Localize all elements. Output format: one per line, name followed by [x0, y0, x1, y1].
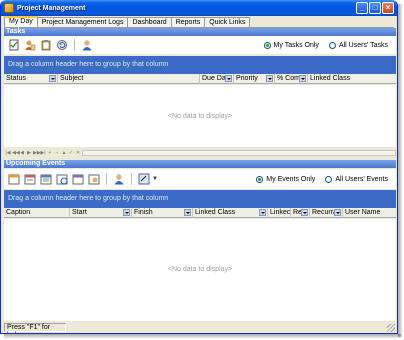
- cancel-record-button[interactable]: ✕: [75, 150, 81, 156]
- prev-page-button[interactable]: ◀◀: [12, 150, 20, 156]
- tasks-column-header: Status Subject Due Dat Priority % Com Li…: [4, 74, 396, 84]
- reminder-filter-dropdown[interactable]: [301, 209, 308, 216]
- my-tasks-only-option[interactable]: My Tasks Only: [263, 41, 319, 49]
- column-user-name[interactable]: User Name: [343, 208, 396, 218]
- user-icon[interactable]: [81, 39, 93, 51]
- tab-reports[interactable]: Reports: [170, 17, 206, 27]
- app-icon: [4, 3, 14, 13]
- event-options-icon[interactable]: [138, 173, 150, 185]
- tab-project-management-logs[interactable]: Project Management Logs: [36, 17, 129, 27]
- column-subject[interactable]: Subject: [58, 74, 200, 84]
- column-reminder[interactable]: Re: [291, 208, 310, 218]
- title-bar[interactable]: Project Management _ □ ×: [1, 0, 397, 16]
- tasks-record-navigator: |◀ ◀◀ ◀ ▶ ▶▶ ▶| + − ▲ ✓ ✕: [4, 149, 396, 157]
- calendar-month-icon[interactable]: [40, 173, 52, 185]
- column-linked-class[interactable]: Linked Class: [193, 208, 268, 218]
- all-users-events-option[interactable]: All Users' Events: [325, 175, 388, 183]
- tasks-group-by-area[interactable]: Drag a column header here to group by th…: [4, 56, 396, 74]
- my-events-only-radio[interactable]: [256, 175, 264, 183]
- calendar-time-icon[interactable]: [56, 173, 68, 185]
- my-events-only-label: My Events Only: [266, 175, 316, 183]
- all-users-tasks-radio[interactable]: [328, 41, 336, 49]
- calendar-week-icon[interactable]: [24, 173, 36, 185]
- chevron-down-icon[interactable]: ▼: [152, 176, 158, 182]
- resize-grip[interactable]: [387, 324, 395, 332]
- tab-my-day[interactable]: My Day: [4, 16, 38, 27]
- priority-filter-dropdown[interactable]: [266, 75, 273, 82]
- column-start[interactable]: Start: [70, 208, 132, 218]
- event-user-icon[interactable]: [113, 173, 125, 185]
- close-button[interactable]: ×: [382, 2, 394, 14]
- toolbar-separator: [131, 173, 132, 185]
- last-record-button[interactable]: ▶|: [40, 150, 46, 156]
- tab-dashboard[interactable]: Dashboard: [127, 17, 172, 27]
- post-record-button[interactable]: ✓: [68, 150, 74, 156]
- column-priority[interactable]: Priority: [234, 74, 275, 84]
- column-linked[interactable]: Linkec: [268, 208, 291, 218]
- next-record-button[interactable]: ▶: [26, 150, 32, 156]
- status-help-text: Press "F1" for help.: [4, 322, 66, 333]
- events-group-by-area[interactable]: Drag a column header here to group by th…: [4, 190, 396, 208]
- events-grid[interactable]: <No data to display>: [4, 219, 396, 321]
- column-percent-complete[interactable]: % Com: [275, 74, 308, 84]
- tasks-toolbar: My Tasks Only All Users' Tasks: [4, 36, 396, 54]
- status-bar: Press "F1" for help.: [4, 322, 396, 333]
- column-status[interactable]: Status: [4, 74, 58, 84]
- calendar-share-icon[interactable]: [88, 173, 100, 185]
- events-column-header: Caption Start Finish Linked Class Linkec…: [4, 208, 396, 218]
- column-linked-class[interactable]: Linked Class: [308, 74, 396, 84]
- tasks-grid[interactable]: <No data to display>: [4, 85, 396, 147]
- tab-quick-links[interactable]: Quick Links: [204, 17, 251, 27]
- recurrence-filter-dropdown[interactable]: [334, 209, 341, 216]
- new-task-icon[interactable]: [8, 39, 20, 51]
- first-record-button[interactable]: |◀: [5, 150, 11, 156]
- start-filter-dropdown[interactable]: [123, 209, 130, 216]
- my-events-only-option[interactable]: My Events Only: [256, 175, 316, 183]
- window-shadow-bottom: [4, 334, 401, 339]
- column-recurrence[interactable]: Recurran: [310, 208, 343, 218]
- delete-record-button[interactable]: −: [54, 150, 60, 156]
- due-date-filter-dropdown[interactable]: [225, 75, 232, 82]
- percent-complete-filter-dropdown[interactable]: [299, 75, 306, 82]
- all-users-events-radio[interactable]: [325, 175, 333, 183]
- calendar-icon[interactable]: [8, 173, 20, 185]
- clipboard-icon[interactable]: [40, 39, 52, 51]
- prev-record-button[interactable]: ◀: [19, 150, 25, 156]
- events-panel-header: Upcoming Events: [4, 160, 396, 168]
- toolbar-separator: [74, 39, 75, 51]
- calendar-year-icon[interactable]: [72, 173, 84, 185]
- all-users-tasks-option[interactable]: All Users' Tasks: [328, 41, 388, 49]
- column-finish[interactable]: Finish: [132, 208, 193, 218]
- linked-class-filter-dropdown[interactable]: [259, 209, 266, 216]
- add-record-button[interactable]: +: [47, 150, 53, 156]
- all-users-tasks-label: All Users' Tasks: [338, 41, 388, 49]
- next-page-button[interactable]: ▶▶: [33, 150, 41, 156]
- column-caption[interactable]: Caption: [4, 208, 70, 218]
- maximize-button[interactable]: □: [369, 2, 381, 14]
- my-tasks-only-radio[interactable]: [263, 41, 271, 49]
- events-no-data-message: <No data to display>: [167, 266, 233, 273]
- toolbar-separator: [106, 173, 107, 185]
- minimize-button[interactable]: _: [356, 2, 368, 14]
- refresh-icon[interactable]: [56, 39, 68, 51]
- tasks-panel-header: Tasks: [4, 28, 396, 36]
- finish-filter-dropdown[interactable]: [184, 209, 191, 216]
- window-shadow-right: [398, 4, 403, 337]
- events-toolbar: ▼ My Events Only All Users' Events: [4, 169, 396, 189]
- tasks-horizontal-scrollbar[interactable]: [82, 150, 396, 156]
- tab-strip: My Day Project Management Logs Dashboard…: [4, 16, 251, 27]
- all-users-events-label: All Users' Events: [335, 175, 388, 183]
- edit-record-button[interactable]: ▲: [61, 150, 67, 156]
- my-tasks-only-label: My Tasks Only: [273, 41, 319, 49]
- column-due-date[interactable]: Due Dat: [200, 74, 234, 84]
- tasks-no-data-message: <No data to display>: [167, 113, 233, 120]
- window-title: Project Management: [17, 4, 86, 12]
- main-window: Project Management _ □ × My Day Project …: [0, 0, 398, 334]
- status-filter-dropdown[interactable]: [49, 75, 56, 82]
- assign-task-icon[interactable]: [24, 39, 36, 51]
